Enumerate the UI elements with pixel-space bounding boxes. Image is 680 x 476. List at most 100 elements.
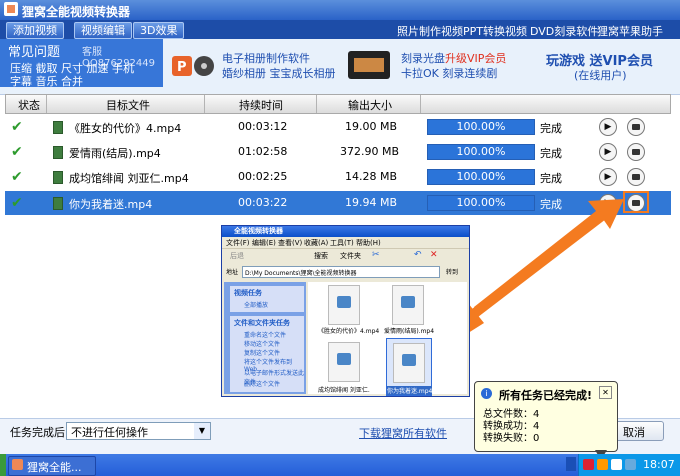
network-tray-icon[interactable] xyxy=(625,459,636,470)
col-status[interactable]: 状态 xyxy=(18,97,40,113)
explorer-menu-view[interactable]: 查看(V) xyxy=(278,238,302,248)
col-output-size[interactable]: 输出大小 xyxy=(348,97,392,113)
col-divider[interactable] xyxy=(316,95,317,113)
photo-video-link[interactable]: 照片制作视频 xyxy=(397,23,463,39)
video-thumbnail-icon[interactable] xyxy=(393,343,425,383)
play-icon[interactable]: ▶ xyxy=(599,118,617,136)
dvd-burn-link[interactable]: DVD刻录软件 xyxy=(530,23,598,39)
explorer-task-pane: 视频任务 全部播放 文件和文件夹任务 重命名这个文件 移动这个文件 复制这个文件… xyxy=(224,282,306,394)
file-size: 19.00 MB xyxy=(345,120,398,133)
apple-helper-link[interactable]: 狸窝苹果助手 xyxy=(597,23,663,39)
system-tray: 18:07 xyxy=(578,454,680,476)
video-edit-button[interactable]: 视频编辑 xyxy=(74,22,132,39)
col-duration[interactable]: 持续时间 xyxy=(239,97,283,113)
thumb-label: 你为我着迷.mp4 xyxy=(387,386,433,395)
explorer-menu-edit[interactable]: 编辑(E) xyxy=(252,238,276,248)
address-label: 地址 xyxy=(226,269,239,276)
ppt-convert-link[interactable]: PPT转换视频 xyxy=(463,23,527,39)
faq-title[interactable]: 常见问题 xyxy=(8,41,60,60)
svg-text:P: P xyxy=(177,60,187,75)
file-tasks-panel: 文件和文件夹任务 重命名这个文件 移动这个文件 复制这个文件 将这个文件发布到 … xyxy=(230,316,304,392)
promo-banner: 常见问题 客服QQ876292449 压缩 截取 尺寸 加速 手机 字幕 音乐 … xyxy=(0,39,680,95)
app-icon xyxy=(12,459,23,470)
progress-bar: 100.00% xyxy=(427,119,535,135)
clock: 18:07 xyxy=(643,458,675,471)
thumb-label: 《胜女的代价》4.mp4 xyxy=(318,328,380,335)
3d-effect-button[interactable]: 3D效果 xyxy=(133,22,185,39)
video-thumbnail-icon[interactable] xyxy=(328,342,360,382)
col-target-file[interactable]: 目标文件 xyxy=(106,97,150,113)
file-duration: 00:03:22 xyxy=(238,196,288,209)
selected-thumbnail[interactable]: 你为我着迷.mp4 xyxy=(386,338,433,396)
file-name: 《胜女的代价》4.mp4 xyxy=(69,122,182,135)
open-folder-icon[interactable] xyxy=(627,143,645,161)
video-thumbnail-icon[interactable] xyxy=(328,285,360,325)
explorer-title: 全能视频转换器 xyxy=(234,227,283,235)
file-size: 14.28 MB xyxy=(345,170,398,183)
speaker-tray-icon[interactable] xyxy=(611,459,622,470)
file-size: 372.90 MB xyxy=(340,145,400,158)
done-check-icon: ✔ xyxy=(11,195,23,211)
delete-icon[interactable]: ✕ xyxy=(430,250,438,260)
open-folder-icon[interactable] xyxy=(627,118,645,136)
explorer-folders-button[interactable]: 文件夹 xyxy=(340,251,361,261)
burn-disc-link[interactable]: 刻录光盘 xyxy=(401,50,445,66)
go-button[interactable]: 转到 xyxy=(446,267,458,276)
upgrade-vip-link[interactable]: 升级VIP会员 xyxy=(445,50,506,66)
ppt-promo-icon: P xyxy=(170,52,216,80)
address-field[interactable]: D:\My Documents\狸窝\全能视频转换器 xyxy=(242,266,440,278)
copy-file-link[interactable]: 复制这个文件 xyxy=(244,348,280,357)
explorer-menu-favorites[interactable]: 收藏(A) xyxy=(304,238,328,248)
tray-expand-icon[interactable] xyxy=(566,457,576,471)
start-button[interactable] xyxy=(0,454,6,476)
explorer-menu-help[interactable]: 帮助(H) xyxy=(356,238,381,248)
table-row[interactable]: ✔ 爱情雨(结局).mp4 01:02:58 372.90 MB 100.00%… xyxy=(5,140,671,164)
film-promo-icon xyxy=(348,51,390,79)
video-thumbnail-icon[interactable] xyxy=(392,285,424,325)
done-check-icon: ✔ xyxy=(11,169,23,185)
file-name: 成均馆绯闻 刘亚仁.mp4 xyxy=(69,172,189,185)
table-row[interactable]: ✔ 成均馆绯闻 刘亚仁.mp4 00:02:25 14.28 MB 100.00… xyxy=(5,165,671,189)
add-video-button[interactable]: 添加视频 xyxy=(6,22,64,39)
faq-links-row2[interactable]: 字幕 音乐 合并 xyxy=(10,73,83,89)
video-tasks-panel: 视频任务 全部播放 xyxy=(230,286,304,312)
karaoke-link[interactable]: 卡拉OK 刻录连续剧 xyxy=(401,65,497,81)
undo-icon[interactable]: ↶ xyxy=(414,250,422,260)
move-file-link[interactable]: 移动这个文件 xyxy=(244,339,280,348)
taskbar-app-button[interactable]: 狸窝全能... xyxy=(8,456,96,476)
explorer-address-bar: 地址 D:\My Documents\狸窝\全能视频转换器 转到 xyxy=(222,266,469,278)
col-divider[interactable] xyxy=(420,95,421,113)
explorer-title-bar: 全能视频转换器 xyxy=(222,226,469,237)
video-file-icon xyxy=(53,197,63,210)
address-value: D:\My Documents\狸窝\全能视频转换器 xyxy=(245,270,357,277)
open-folder-icon[interactable] xyxy=(627,168,645,186)
explorer-back-button[interactable]: 后退 xyxy=(230,251,244,261)
progress-bar: 100.00% xyxy=(427,144,535,160)
file-duration: 00:02:25 xyxy=(238,170,288,183)
explorer-search-button[interactable]: 搜索 xyxy=(314,251,328,261)
completion-balloon: i 所有任务已经完成! ✕ 总文件数：4 转换成功：4 转换失败：0 xyxy=(474,381,618,460)
cancel-button[interactable]: 取消 xyxy=(612,421,664,441)
faq-panel: 常见问题 客服QQ876292449 压缩 截取 尺寸 加速 手机 字幕 音乐 … xyxy=(0,39,163,89)
col-divider[interactable] xyxy=(46,95,47,113)
cut-icon[interactable]: ✂ xyxy=(372,250,380,260)
col-divider[interactable] xyxy=(204,95,205,113)
after-task-select[interactable]: 不进行任何操作 ▼ xyxy=(66,422,211,440)
table-row[interactable]: ✔ 《胜女的代价》4.mp4 00:03:12 19.00 MB 100.00%… xyxy=(5,115,671,139)
app-tray-icon[interactable] xyxy=(597,459,608,470)
chevron-down-icon[interactable]: ▼ xyxy=(194,423,210,439)
file-table-header: 状态 目标文件 持续时间 输出大小 xyxy=(5,94,671,114)
download-all-link[interactable]: 下载狸窝所有软件 xyxy=(359,425,447,441)
play-icon[interactable]: ▶ xyxy=(599,168,617,186)
play-all-link[interactable]: 全部播放 xyxy=(244,300,268,309)
album-software-link[interactable]: 电子相册制作软件 xyxy=(222,50,310,66)
pdf-tray-icon[interactable] xyxy=(583,459,594,470)
play-icon[interactable]: ▶ xyxy=(599,143,617,161)
cancel-label: 取消 xyxy=(623,426,645,439)
wedding-album-link[interactable]: 婚纱相册 宝宝成长相册 xyxy=(222,65,336,81)
explorer-menu-tools[interactable]: 工具(T) xyxy=(330,238,354,248)
delete-file-link[interactable]: 删除这个文件 xyxy=(244,379,280,388)
rename-file-link[interactable]: 重命名这个文件 xyxy=(244,330,286,339)
explorer-menu-file[interactable]: 文件(F) xyxy=(226,238,250,248)
close-icon[interactable]: ✕ xyxy=(599,386,612,399)
